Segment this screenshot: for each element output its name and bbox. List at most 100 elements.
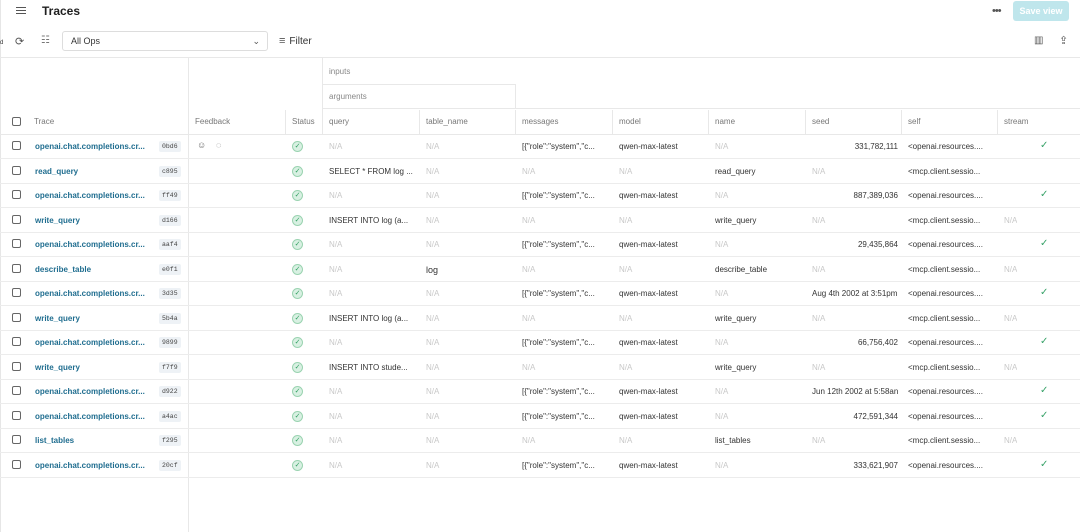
- more-icon[interactable]: •••: [992, 5, 1002, 17]
- self-cell: <openai.resources....: [908, 460, 983, 470]
- trace-link[interactable]: openai.chat.completions.cr...: [35, 338, 155, 347]
- table-name-cell: N/A: [426, 240, 440, 249]
- seed-cell: 331,782,111: [854, 142, 898, 151]
- row-checkbox[interactable]: [12, 239, 21, 248]
- trace-link[interactable]: write_query: [35, 314, 155, 323]
- trace-link[interactable]: openai.chat.completions.cr...: [35, 289, 155, 298]
- query-cell: INSERT INTO log (a...: [329, 313, 409, 323]
- query-cell: N/A: [329, 264, 343, 274]
- status-success-icon: ✓: [292, 239, 303, 250]
- column-header-name[interactable]: name: [715, 117, 735, 126]
- messages-cell: [{"role":"system","c...: [522, 289, 595, 298]
- model-cell: N/A: [619, 362, 633, 372]
- status-success-icon: ✓: [292, 337, 303, 348]
- row-checkbox[interactable]: [12, 263, 21, 273]
- row-checkbox[interactable]: [12, 288, 21, 297]
- trace-link[interactable]: read_query: [35, 167, 155, 176]
- column-header-feedback[interactable]: Feedback: [195, 117, 230, 126]
- table-row[interactable]: describe_table e0f1 ✓ N/A log N/A N/A describe_…: [0, 258, 1080, 282]
- stream-cell: N/A: [1004, 362, 1018, 372]
- seed-cell: 66,756,402: [857, 338, 898, 347]
- trace-link[interactable]: openai.chat.completions.cr...: [35, 142, 155, 151]
- row-checkbox[interactable]: [12, 410, 21, 420]
- column-header-self[interactable]: self: [908, 117, 920, 126]
- table-row[interactable]: openai.chat.completions.cr... 0bd6 ☺ ◌ ✓ N/A N…: [0, 135, 1080, 159]
- column-header-trace[interactable]: Trace: [34, 117, 54, 126]
- row-checkbox[interactable]: [12, 337, 21, 346]
- trace-link[interactable]: openai.chat.completions.cr...: [35, 412, 155, 421]
- export-icon[interactable]: ⇪: [1059, 34, 1068, 47]
- row-checkbox[interactable]: [12, 435, 21, 444]
- table-row[interactable]: openai.chat.completions.cr... 3d35 ✓ N/A N/A…: [0, 282, 1080, 306]
- table-row[interactable]: list_tables f295 ✓ N/A N/A N/A N/A list_tables N…: [0, 429, 1080, 453]
- trace-link[interactable]: describe_table: [35, 265, 155, 274]
- trace-id-badge: d166: [159, 214, 181, 226]
- status-success-icon: ✓: [292, 410, 303, 422]
- table-row[interactable]: openai.chat.completions.cr... 9899 ✓ N/A N/A…: [0, 331, 1080, 355]
- column-header-messages[interactable]: messages: [522, 117, 558, 126]
- seed-cell: 333,621,907: [853, 460, 899, 470]
- select-all-checkbox[interactable]: [12, 117, 21, 126]
- stream-check-icon: ✓: [1040, 189, 1049, 200]
- trace-id-badge: ff49: [159, 190, 181, 201]
- chart-icon[interactable]: ▥: [1034, 35, 1043, 46]
- table-row[interactable]: openai.chat.completions.cr... a4ac ✓ N/A N/A…: [0, 405, 1080, 429]
- table-row[interactable]: openai.chat.completions.cr... aaf4 ✓ N/A N/A…: [0, 233, 1080, 257]
- row-checkbox[interactable]: [12, 386, 21, 395]
- name-cell: write_query: [715, 215, 757, 225]
- table-row[interactable]: openai.chat.completions.cr... 20cf ✓ N/A N/A…: [0, 454, 1080, 478]
- add-comment-icon[interactable]: ◌: [216, 140, 221, 150]
- save-view-button[interactable]: Save view: [1013, 1, 1069, 21]
- table-name-cell: N/A: [426, 460, 440, 470]
- column-header-seed[interactable]: seed: [812, 117, 829, 126]
- trace-link[interactable]: openai.chat.completions.cr...: [35, 240, 155, 249]
- row-checkbox[interactable]: [12, 190, 21, 199]
- messages-cell: N/A: [522, 313, 536, 323]
- row-checkbox[interactable]: [12, 459, 21, 469]
- model-cell: qwen-max-latest: [619, 191, 678, 200]
- query-cell: N/A: [329, 240, 343, 249]
- trace-id-badge: f7f9: [159, 361, 181, 373]
- table-row[interactable]: read_query c895 ✓ SELECT * FROM log ... N/A N…: [0, 160, 1080, 184]
- status-success-icon: ✓: [292, 214, 303, 226]
- stream-cell: N/A: [1004, 264, 1018, 274]
- table-row[interactable]: openai.chat.completions.cr... d922 ✓ N/A N/A…: [0, 380, 1080, 404]
- seed-cell: N/A: [812, 264, 826, 274]
- trace-link[interactable]: openai.chat.completions.cr...: [35, 387, 155, 396]
- self-cell: <openai.resources....: [908, 338, 983, 347]
- trace-link[interactable]: write_query: [35, 216, 155, 225]
- trace-id-badge: 0bd6: [159, 141, 181, 152]
- trace-id-badge: 5b4a: [159, 312, 181, 324]
- trace-link[interactable]: openai.chat.completions.cr...: [35, 461, 155, 470]
- messages-cell: [{"role":"system","c...: [522, 460, 595, 470]
- column-header-query[interactable]: query: [329, 117, 349, 126]
- ops-select[interactable]: All Ops ⌄: [62, 31, 268, 51]
- trace-link[interactable]: list_tables: [35, 436, 155, 445]
- filter-button[interactable]: ≡ Filter: [279, 32, 312, 50]
- table-row[interactable]: write_query d166 ✓ INSERT INTO log (a... N/A…: [0, 209, 1080, 233]
- table-row[interactable]: openai.chat.completions.cr... ff49 ✓ N/A N/A…: [0, 184, 1080, 208]
- name-cell: N/A: [715, 387, 729, 396]
- row-checkbox[interactable]: [12, 361, 21, 371]
- add-reaction-icon[interactable]: ☺: [197, 140, 206, 150]
- row-checkbox[interactable]: [12, 312, 21, 322]
- column-header-status[interactable]: Status: [292, 117, 315, 126]
- column-header-model[interactable]: model: [619, 117, 641, 126]
- trace-link[interactable]: openai.chat.completions.cr...: [35, 191, 155, 200]
- row-checkbox[interactable]: [12, 141, 21, 150]
- top-bar: Traces ••• Save view: [0, 0, 1080, 24]
- table-row[interactable]: write_query 5b4a ✓ INSERT INTO log (a... N/A…: [0, 307, 1080, 331]
- table-row[interactable]: write_query f7f9 ✓ INSERT INTO stude... N/A N…: [0, 356, 1080, 380]
- model-cell: N/A: [619, 166, 633, 176]
- columns-icon[interactable]: ☷: [41, 35, 50, 46]
- name-cell: N/A: [715, 240, 729, 249]
- column-header-stream[interactable]: stream: [1004, 117, 1028, 126]
- stream-cell: N/A: [1004, 215, 1018, 225]
- trace-link[interactable]: write_query: [35, 363, 155, 372]
- row-checkbox[interactable]: [12, 165, 21, 175]
- row-checkbox[interactable]: [12, 214, 21, 224]
- column-header-table-name[interactable]: table_name: [426, 117, 468, 126]
- refresh-icon[interactable]: ⟳: [15, 35, 24, 48]
- header-col-divider: [515, 110, 516, 134]
- menu-icon[interactable]: [16, 5, 26, 15]
